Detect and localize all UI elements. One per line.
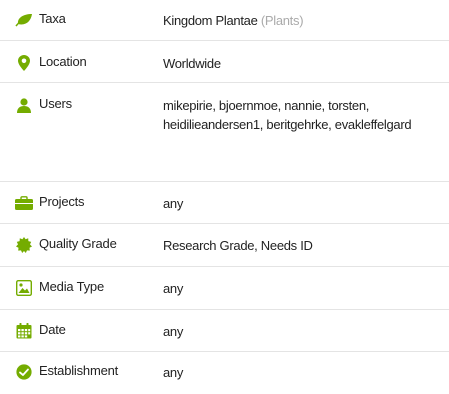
filter-value-location: Worldwide [163, 54, 449, 82]
establishment-value: any [163, 365, 184, 380]
filter-row-media-type: Media Type any [0, 267, 449, 310]
filter-label-media-type: Media Type [0, 279, 163, 309]
taxa-value: Kingdom Plantae [163, 13, 258, 28]
taxa-label: Taxa [39, 11, 66, 26]
filter-value-taxa: Kingdom Plantae (Plants) [163, 11, 449, 40]
media-type-label: Media Type [39, 279, 104, 294]
quality-grade-value: Research Grade, Needs ID [163, 238, 313, 253]
filter-value-date: any [163, 322, 449, 351]
location-value: Worldwide [163, 56, 221, 71]
filter-value-establishment: any [163, 363, 449, 394]
image-icon [15, 279, 33, 297]
filter-label-establishment: Establishment [0, 363, 163, 394]
filter-row-taxa: Taxa Kingdom Plantae (Plants) [0, 0, 449, 41]
date-label: Date [39, 322, 66, 337]
leaf-icon [15, 11, 33, 29]
filter-row-users: Users mikepirie, bjoernmoe, nannie, tors… [0, 83, 449, 182]
certificate-icon [15, 236, 33, 254]
taxa-common-name: (Plants) [260, 13, 304, 28]
filter-label-date: Date [0, 322, 163, 351]
filter-row-location: Location Worldwide [0, 41, 449, 83]
location-label: Location [39, 54, 87, 69]
map-marker-icon [15, 54, 33, 72]
users-label: Users [39, 96, 72, 111]
calendar-icon [15, 322, 33, 340]
filter-value-projects: any [163, 194, 449, 223]
media-type-value: any [163, 281, 184, 296]
establishment-label: Establishment [39, 363, 119, 378]
filter-label-projects: Projects [0, 194, 163, 223]
filter-label-taxa: Taxa [0, 11, 163, 40]
filter-row-date: Date any [0, 310, 449, 352]
filter-value-users: mikepirie, bjoernmoe, nannie, torsten, h… [163, 96, 449, 181]
filter-label-quality-grade: Quality Grade [0, 236, 163, 266]
user-icon [15, 96, 33, 114]
filter-label-location: Location [0, 54, 163, 82]
establishment-icon [15, 363, 33, 381]
briefcase-icon [15, 194, 33, 212]
filter-row-projects: Projects any [0, 182, 449, 224]
date-value: any [163, 324, 184, 339]
filter-value-media-type: any [163, 279, 449, 309]
filter-label-users: Users [0, 96, 163, 181]
quality-grade-label: Quality Grade [39, 236, 117, 251]
filter-value-quality-grade: Research Grade, Needs ID [163, 236, 449, 266]
projects-value: any [163, 196, 184, 211]
projects-label: Projects [39, 194, 85, 209]
observation-filters-table: Taxa Kingdom Plantae (Plants) Location W… [0, 0, 449, 394]
users-value: mikepirie, bjoernmoe, nannie, torsten, h… [163, 98, 412, 132]
filter-row-quality-grade: Quality Grade Research Grade, Needs ID [0, 224, 449, 267]
filter-row-establishment: Establishment any [0, 352, 449, 394]
